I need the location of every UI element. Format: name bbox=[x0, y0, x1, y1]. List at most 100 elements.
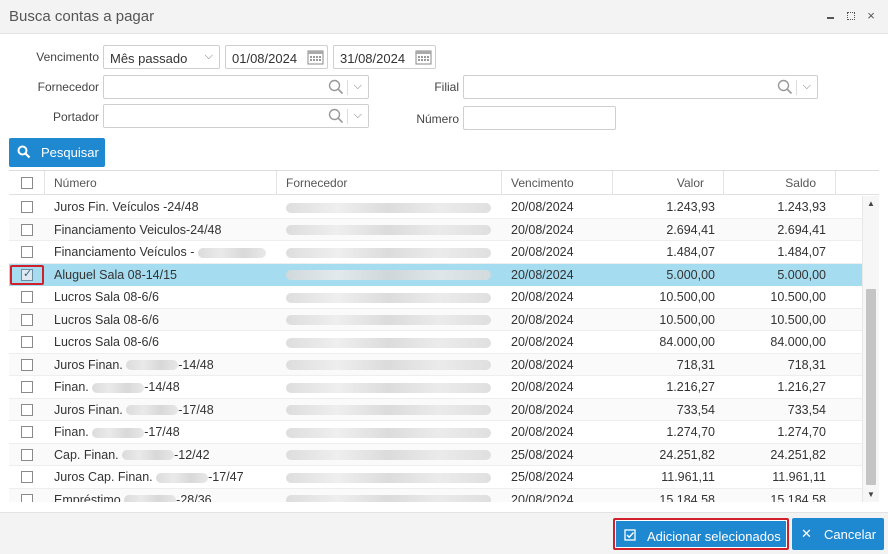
table-row[interactable]: Cap. Finan. -12/42 25/08/2024 24.251,82 24.… bbox=[9, 443, 862, 466]
cell-fornecedor bbox=[286, 403, 491, 417]
cell-valor: 1.216,27 bbox=[666, 380, 715, 394]
redacted-text bbox=[286, 270, 491, 281]
cell-numero-text: Lucros Sala 08-6/6 bbox=[54, 312, 159, 327]
redacted-text bbox=[286, 315, 491, 326]
search-button[interactable]: Pesquisar bbox=[9, 138, 105, 167]
row-checkbox[interactable] bbox=[21, 246, 33, 258]
redacted-text bbox=[286, 247, 491, 258]
date-to-input[interactable]: 31/08/2024 bbox=[333, 45, 436, 69]
cell-numero-text: Juros Finan. bbox=[54, 357, 127, 372]
row-checkbox[interactable] bbox=[21, 403, 33, 416]
field-separator bbox=[347, 80, 348, 95]
calendar-icon[interactable] bbox=[307, 49, 324, 65]
vencimento-label: Vencimento bbox=[36, 50, 99, 64]
column-separator bbox=[612, 171, 613, 195]
cell-saldo: 2.694,41 bbox=[777, 222, 826, 237]
row-checkbox[interactable] bbox=[21, 267, 33, 281]
header-vencimento[interactable]: Vencimento bbox=[511, 176, 574, 190]
cell-numero: Lucros Sala 08-6/6 bbox=[54, 313, 159, 327]
portador-combobox[interactable]: ⌵ bbox=[103, 104, 369, 128]
numero-input[interactable] bbox=[463, 106, 616, 130]
table-row[interactable]: Finan. -14/48 20/08/2024 1.216,27 1.216,27 bbox=[9, 376, 862, 399]
header-fornecedor[interactable]: Fornecedor bbox=[286, 176, 347, 190]
scroll-down-icon[interactable]: ▼ bbox=[867, 490, 875, 499]
row-checkbox[interactable] bbox=[21, 381, 33, 393]
table-row[interactable]: Juros Fin. Veículos -24/48 20/08/2024 1.24… bbox=[9, 196, 862, 219]
header-numero[interactable]: Número bbox=[54, 176, 97, 190]
table-row[interactable]: Juros Finan. -14/48 20/08/2024 718,31 718,3… bbox=[9, 353, 862, 376]
cell-numero-suffix: -12/42 bbox=[174, 447, 210, 462]
cell-saldo: 15.184,58 bbox=[770, 492, 826, 503]
select-all-checkbox[interactable] bbox=[21, 177, 33, 189]
table-row[interactable]: Finan. -17/48 20/08/2024 1.274,70 1.274,70 bbox=[9, 421, 862, 444]
filial-label: Filial bbox=[434, 80, 459, 94]
table-row[interactable]: Empréstimo -28/36 20/08/2024 15.184,58 15.1… bbox=[9, 488, 862, 503]
search-icon bbox=[17, 145, 31, 159]
scroll-up-icon[interactable]: ▲ bbox=[867, 199, 875, 208]
vertical-scrollbar[interactable]: ▲ ▼ bbox=[862, 196, 879, 502]
cell-valor: 733,54 bbox=[676, 402, 715, 417]
table-row[interactable]: Financiamento Veículos - 20/08/2024 1.484… bbox=[9, 241, 862, 264]
cell-fornecedor bbox=[286, 335, 491, 349]
table-row[interactable]: Lucros Sala 08-6/6 20/08/2024 10.500,00 10.… bbox=[9, 286, 862, 309]
row-checkbox[interactable] bbox=[21, 426, 33, 438]
cell-valor: 1.484,07 bbox=[666, 245, 715, 259]
row-checkbox[interactable] bbox=[21, 291, 33, 303]
header-saldo[interactable]: Saldo bbox=[733, 176, 816, 190]
row-checkbox[interactable] bbox=[21, 223, 33, 236]
cell-fornecedor bbox=[286, 380, 491, 394]
portador-label: Portador bbox=[52, 110, 99, 124]
table-row[interactable]: Financiamento Veiculos-24/48 20/08/2024 2.… bbox=[9, 218, 862, 241]
calendar-icon[interactable] bbox=[415, 49, 432, 65]
redacted-text bbox=[126, 360, 179, 371]
date-from-input[interactable]: 01/08/2024 bbox=[225, 45, 328, 69]
redacted-text bbox=[126, 405, 179, 416]
cell-vencimento: 20/08/2024 bbox=[511, 312, 574, 327]
chevron-down-icon[interactable]: ⌵ bbox=[354, 109, 362, 122]
cell-numero: Finan. -17/48 bbox=[54, 425, 180, 439]
cell-numero-text: Aluguel Sala 08-14/15 bbox=[54, 267, 178, 282]
cell-vencimento: 20/08/2024 bbox=[511, 380, 574, 394]
table-row[interactable]: Juros Cap. Finan. -17/47 25/08/2024 11.961… bbox=[9, 466, 862, 489]
chevron-down-icon[interactable]: ⌵ bbox=[803, 80, 811, 93]
maximize-icon[interactable] bbox=[846, 9, 856, 23]
vencimento-period-select[interactable]: Mês passado ⌵ bbox=[103, 45, 220, 69]
field-separator bbox=[796, 80, 797, 95]
row-checkbox[interactable] bbox=[21, 358, 33, 371]
header-valor[interactable]: Valor bbox=[622, 176, 704, 190]
scrollbar-thumb[interactable] bbox=[866, 289, 876, 485]
table-row[interactable]: Aluguel Sala 08-14/15 20/08/2024 5.000,00 5… bbox=[9, 263, 862, 286]
cell-numero-text: Lucros Sala 08-6/6 bbox=[54, 335, 159, 349]
fornecedor-combobox[interactable]: ⌵ bbox=[103, 75, 369, 99]
fornecedor-label: Fornecedor bbox=[37, 80, 99, 94]
table-row[interactable]: Juros Finan. -17/48 20/08/2024 733,54 733,5… bbox=[9, 398, 862, 421]
table-row[interactable]: Lucros Sala 08-6/6 20/08/2024 10.500,00 10.… bbox=[9, 308, 862, 331]
cell-numero-text: Juros Finan. bbox=[54, 402, 127, 417]
row-checkbox[interactable] bbox=[21, 313, 33, 326]
row-checkbox[interactable] bbox=[21, 201, 33, 213]
row-checkbox[interactable] bbox=[21, 471, 33, 483]
table-row[interactable]: Lucros Sala 08-6/6 20/08/2024 84.000,00 84.… bbox=[9, 331, 862, 354]
search-icon[interactable] bbox=[328, 79, 344, 95]
cell-saldo: 718,31 bbox=[787, 357, 826, 372]
search-icon[interactable] bbox=[328, 108, 344, 124]
cell-valor: 718,31 bbox=[676, 357, 715, 372]
redacted-text bbox=[286, 202, 491, 213]
row-checkbox[interactable] bbox=[21, 336, 33, 348]
minimize-icon[interactable] bbox=[826, 9, 836, 23]
filial-combobox[interactable]: ⌵ bbox=[463, 75, 818, 99]
cell-vencimento: 20/08/2024 bbox=[511, 492, 574, 503]
cell-numero-suffix: -17/48 bbox=[144, 425, 180, 439]
cell-vencimento: 20/08/2024 bbox=[511, 200, 574, 214]
cell-numero-suffix: -14/48 bbox=[178, 357, 214, 372]
chevron-down-icon[interactable]: ⌵ bbox=[354, 80, 362, 93]
search-icon[interactable] bbox=[777, 79, 793, 95]
add-selected-button[interactable]: Adicionar selecionados bbox=[613, 518, 789, 550]
cell-vencimento: 20/08/2024 bbox=[511, 267, 574, 282]
close-icon: ✕ bbox=[801, 526, 812, 541]
close-icon[interactable]: × bbox=[866, 9, 876, 23]
cancel-button[interactable]: ✕ Cancelar bbox=[792, 518, 884, 550]
vencimento-period-value: Mês passado bbox=[110, 51, 188, 66]
row-checkbox[interactable] bbox=[21, 493, 33, 502]
row-checkbox[interactable] bbox=[21, 448, 33, 461]
